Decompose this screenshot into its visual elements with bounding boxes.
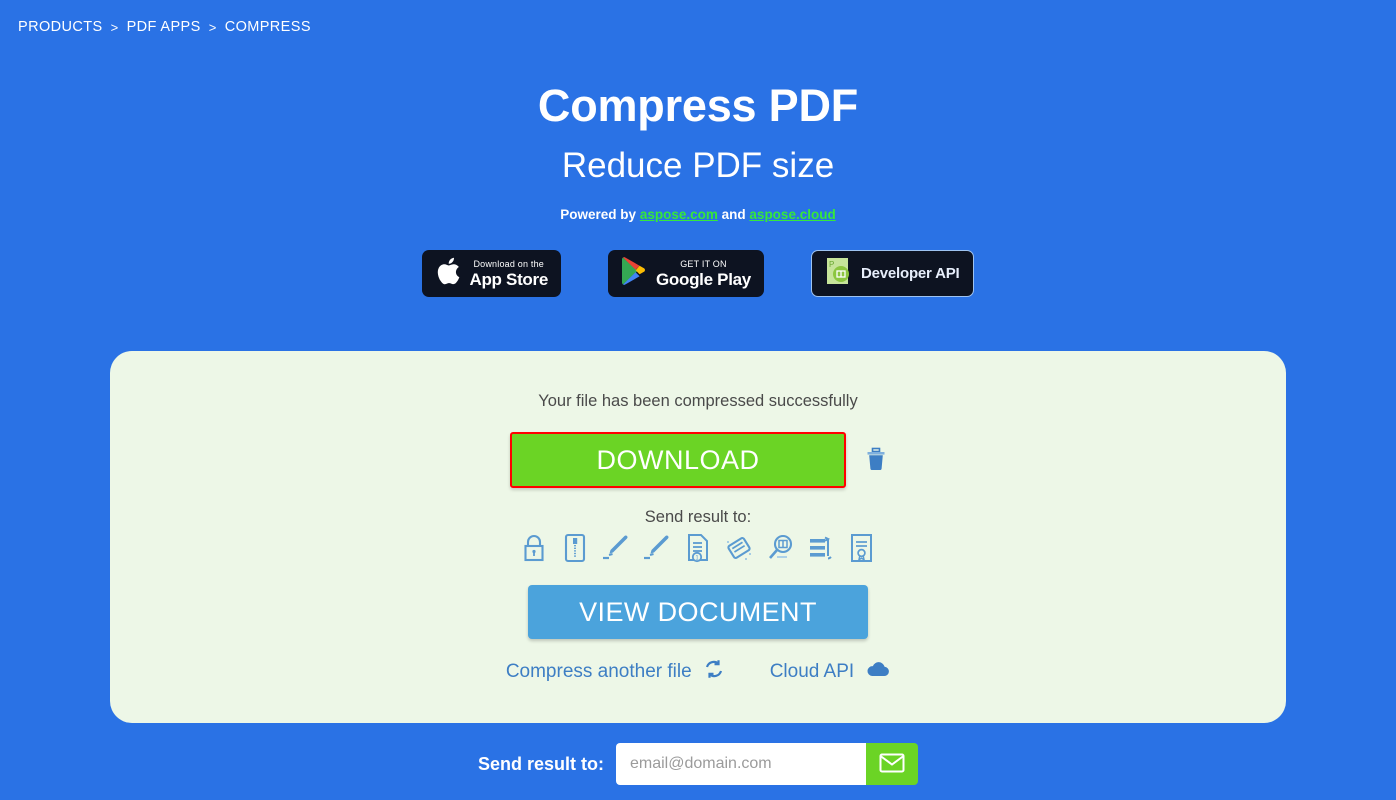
app-store-badge-small-text: Download on the [473,258,545,269]
number-pages-tool[interactable]: 1 [681,533,715,567]
page-title: Compress PDF [537,80,859,131]
apple-icon [435,256,461,292]
breadcrumb-separator: > [208,19,217,35]
google-play-badge-small-text: GET IT ON [680,258,727,269]
trash-icon [866,447,886,474]
sign-pdf-tool[interactable] [599,533,633,567]
eraser-icon [724,533,754,568]
breadcrumb-item-products[interactable]: PRODUCTS [18,19,103,35]
result-card: Your file has been compressed successful… [110,351,1286,723]
download-row: DOWNLOAD [110,432,1286,488]
aspose-cloud-link[interactable]: aspose.cloud [749,207,835,222]
pen-icon [601,533,631,568]
cloud-api-link[interactable]: Cloud API [770,660,891,684]
store-badges: Download on the App Store GET IT ON Goog… [0,250,1396,298]
app-store-badge-label: App Store [469,269,548,289]
hero-section: Compress PDF Reduce PDF size Powered by … [0,0,1396,298]
pen-icon [642,533,672,568]
refresh-icon [704,659,724,685]
view-document-button[interactable]: VIEW DOCUMENT [528,585,868,639]
esign-pdf-tool[interactable] [640,533,674,567]
rotate-pdf-tool[interactable] [804,533,838,567]
send-result-label: Send result to: [644,508,752,526]
developer-api-badge[interactable]: P Developer API [810,250,974,298]
certificate-icon [849,533,875,568]
card-links: Compress another file Cloud API [110,659,1286,685]
google-play-badge-label: Google Play [656,269,751,289]
protect-pdf-tool[interactable] [517,533,551,567]
download-button[interactable]: DOWNLOAD [510,432,846,488]
zipper-document-icon [563,533,587,568]
email-field[interactable] [616,743,866,785]
compress-another-file-label: Compress another file [505,661,692,682]
breadcrumb-separator: > [110,19,119,35]
aspose-logo-icon: P [825,256,853,291]
search-pdf-tool[interactable] [763,533,797,567]
status-message: Your file has been compressed successful… [538,392,858,410]
send-email-button[interactable] [866,743,918,785]
envelope-icon [879,753,905,776]
breadcrumb-item-pdf-apps[interactable]: PDF APPS [127,19,201,35]
lock-icon [520,533,548,568]
tool-icon-row: 1 [110,533,1286,567]
numbered-document-icon: 1 [685,533,711,568]
powered-by-prefix: Powered by [560,207,637,223]
svg-text:P: P [829,260,834,269]
certify-pdf-tool[interactable] [845,533,879,567]
cloud-icon [866,660,890,684]
footer-send-result-label: Send result to: [477,753,604,774]
rotate-lines-icon [807,533,835,568]
developer-api-badge-label: Developer API [860,265,960,283]
compress-pdf-tool[interactable] [558,533,592,567]
footer-email-form: Send result to: [0,743,1396,785]
app-store-badge[interactable]: Download on the App Store [422,250,561,298]
aspose-com-link[interactable]: aspose.com [640,207,718,222]
cloud-api-label: Cloud API [769,661,855,682]
google-play-badge[interactable]: GET IT ON Google Play [608,250,764,298]
breadcrumb: PRODUCTS > PDF APPS > COMPRESS [18,19,311,35]
email-input-group [616,743,918,785]
delete-file-button[interactable] [866,447,886,474]
erase-pdf-tool[interactable] [722,533,756,567]
page-subtitle: Reduce PDF size [561,145,835,185]
magnifier-document-icon [765,533,795,568]
powered-by-conjunction: and [721,207,746,223]
powered-by-line: Powered by aspose.com and aspose.cloud [0,207,1396,222]
compress-another-file-link[interactable]: Compress another file [506,659,724,685]
breadcrumb-item-compress[interactable]: COMPRESS [225,19,311,35]
google-play-icon [621,256,648,291]
